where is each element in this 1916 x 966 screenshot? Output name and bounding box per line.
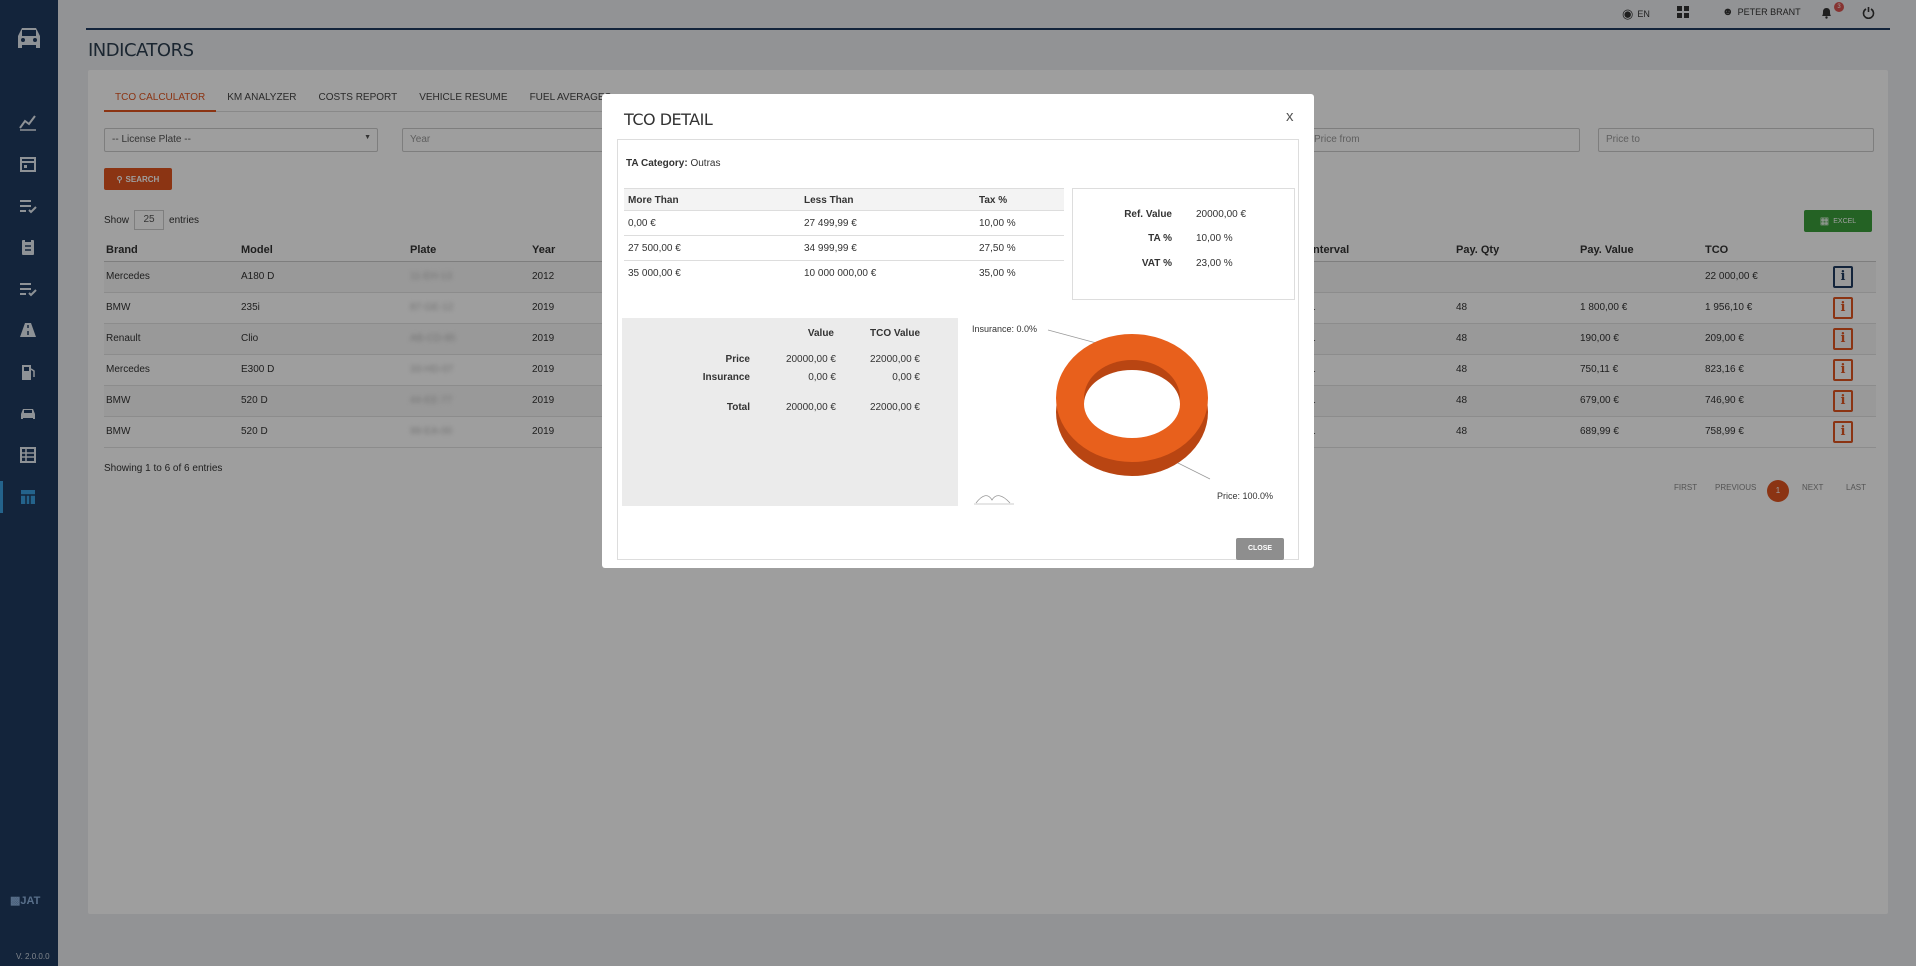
tax-table-header: More Than Less Than Tax % (624, 188, 1064, 211)
donut-hole (1084, 370, 1180, 438)
tax-brackets-table: More Than Less Than Tax % 0,00 € 27 499,… (624, 188, 1064, 286)
close-button[interactable]: CLOSE (1236, 538, 1284, 560)
ta-category: TA Category: Outras (626, 158, 721, 169)
table-row: 0,00 € 27 499,99 € 10,00 % (624, 211, 1064, 236)
tco-donut-chart: Insurance: 0.0% Price: 100.0% (970, 320, 1296, 506)
insurance-slice-label: Insurance: 0.0% (972, 324, 1038, 334)
donut-group (1056, 334, 1208, 476)
reference-values-box: Ref. Value 20000,00 € TA % 10,00 % VAT %… (1072, 188, 1295, 300)
table-row: 35 000,00 € 10 000 000,00 € 35,00 % (628, 268, 1016, 279)
price-slice-label: Price: 100.0% (1217, 491, 1274, 501)
values-panel: Value TCO Value Price 20000,00 € 22000,0… (622, 318, 958, 506)
donut-chart-svg (974, 329, 1211, 505)
modal-title: TCO DETAIL (624, 110, 713, 129)
modal-body: TA Category: Outras More Than Less Than … (617, 139, 1299, 560)
close-icon[interactable]: x (1286, 108, 1294, 125)
insurance-leader-line (1047, 329, 1101, 345)
table-row: 27 500,00 € 34 999,99 € 27,50 % (624, 236, 1064, 261)
tco-detail-modal: TCO DETAIL x TA Category: Outras More Th… (602, 94, 1314, 568)
mini-wave-icon (975, 495, 1011, 504)
